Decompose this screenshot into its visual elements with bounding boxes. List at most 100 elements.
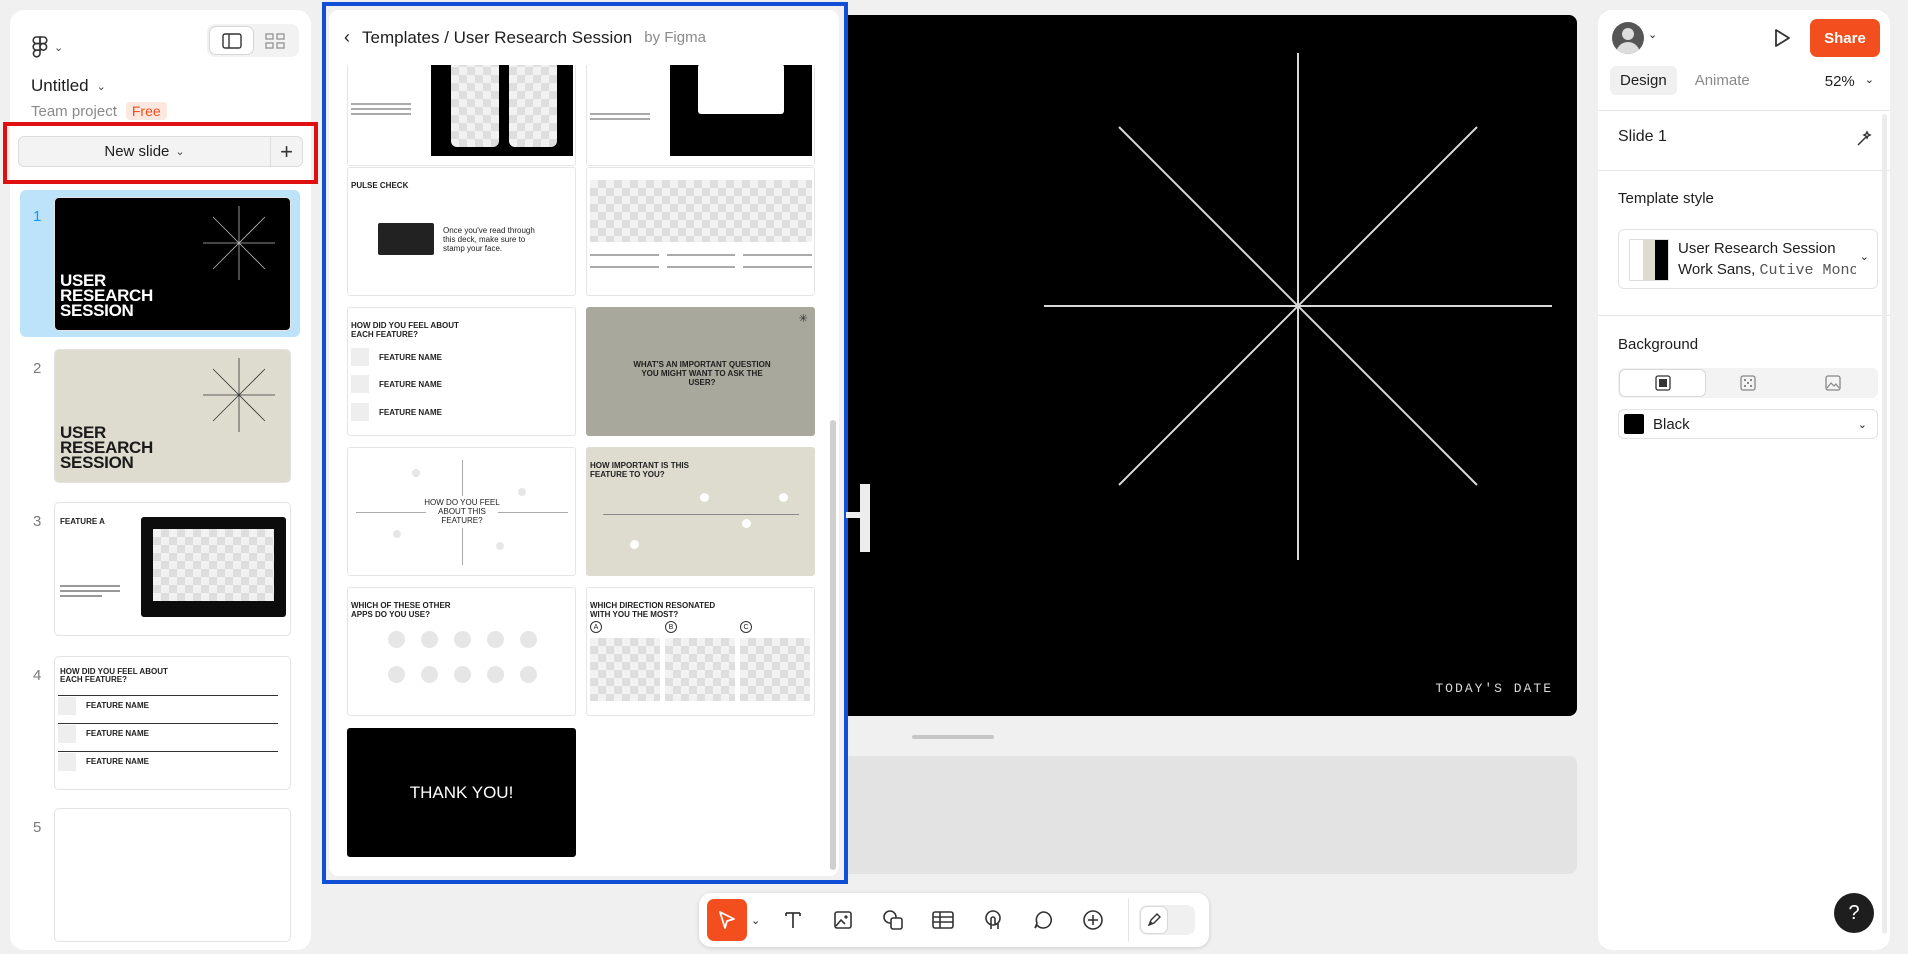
add-slide-button[interactable]: + xyxy=(271,137,302,166)
template-card[interactable] xyxy=(586,167,815,296)
pattern-icon xyxy=(1740,375,1756,391)
slide-title: HOW DID YOU FEEL ABOUT EACH FEATURE? xyxy=(60,667,168,684)
view-toggle xyxy=(207,24,299,57)
help-button[interactable]: ? xyxy=(1834,893,1874,933)
laptop-graphic xyxy=(141,517,286,617)
slide-thumbnail-empty xyxy=(54,808,291,942)
image-tool-button[interactable] xyxy=(818,899,868,941)
shapes-icon xyxy=(883,910,904,930)
zoom-control[interactable]: 52% ⌄ xyxy=(1825,73,1874,90)
tab-animate[interactable]: Animate xyxy=(1685,66,1760,95)
feature-row: FEATURE NAME xyxy=(58,695,278,715)
single-view-button[interactable] xyxy=(210,27,253,54)
plan-badge[interactable]: Free xyxy=(125,102,167,120)
chevron-down-icon: ⌄ xyxy=(1859,251,1869,263)
template-author: by Figma xyxy=(644,29,706,46)
template-card-importance[interactable]: HOW IMPORTANT IS THIS FEATURE TO YOU? xyxy=(586,447,815,576)
template-style-label: Template style xyxy=(1618,190,1714,207)
style-font-primary: Work Sans xyxy=(1678,261,1752,278)
template-card-other-apps[interactable]: WHICH OF THESE OTHER APPS DO YOU USE? xyxy=(347,587,576,716)
slide-item-2[interactable]: 2 USER RESEARCH SESSION xyxy=(20,349,300,489)
draw-mode-toggle[interactable] xyxy=(1139,905,1196,935)
new-slide-label: New slide xyxy=(104,143,170,160)
image-icon xyxy=(834,911,853,929)
comment-tool-button[interactable] xyxy=(1018,899,1068,941)
feature-row: FEATURE NAME xyxy=(351,374,571,394)
template-card-direction[interactable]: WHICH DIRECTION RESONATED WITH YOU THE M… xyxy=(586,587,815,716)
template-style-select[interactable]: User Research Session Work Sans, Cutive … xyxy=(1618,229,1878,289)
chevron-down-icon: ⌄ xyxy=(54,41,64,54)
template-card-question[interactable]: ✳ WHAT'S AN IMPORTANT QUESTION YOU MIGHT… xyxy=(586,307,815,436)
template-card-feel-feature[interactable]: HOW DO YOU FEEL ABOUT THIS FEATURE? xyxy=(347,447,576,576)
slide-number: 5 xyxy=(33,819,42,836)
slides-sidebar: ⌄ Untitled ⌄ Team project Free New slide… xyxy=(3,10,318,950)
template-card-pulse-check[interactable]: PULSE CHECK Once you've read through thi… xyxy=(347,167,576,296)
feature-row: FEATURE NAME xyxy=(351,347,571,367)
panel-tabs: Design Animate xyxy=(1610,66,1760,95)
template-card[interactable] xyxy=(347,58,576,166)
slide-item-1[interactable]: 1 USER RESEARCH SESSION xyxy=(20,190,300,337)
team-label: Team project xyxy=(31,102,117,120)
date-text: TODAY'S DATE xyxy=(1435,681,1553,696)
feature-name: FEATURE NAME xyxy=(86,701,149,710)
pen-button[interactable] xyxy=(1141,907,1168,933)
bottom-toolbar: ⌄ xyxy=(699,893,1209,947)
template-card-feature-feelings[interactable]: HOW DID YOU FEEL ABOUT EACH FEATURE? FEA… xyxy=(347,307,576,436)
text-icon xyxy=(785,912,802,928)
toolbar-divider xyxy=(1128,899,1130,941)
slide-thumbnail: HOW DID YOU FEEL ABOUT EACH FEATURE? FEA… xyxy=(54,656,291,790)
resize-handle-icon[interactable] xyxy=(846,484,872,552)
body-lines xyxy=(351,103,411,115)
speaker-notes-area[interactable] xyxy=(848,756,1577,874)
plus-icon: + xyxy=(280,138,293,164)
grid-view-button[interactable] xyxy=(253,27,296,54)
template-panel-header: ‹ Templates / User Research Session by F… xyxy=(329,10,839,65)
new-slide-button[interactable]: New slide ⌄ xyxy=(19,137,271,166)
interactive-tool-button[interactable] xyxy=(968,899,1018,941)
pen-icon xyxy=(1147,913,1162,927)
zoom-value: 52% xyxy=(1824,73,1855,90)
slide-item-3[interactable]: 3 FEATURE A xyxy=(20,502,300,642)
starburst-icon: ✳ xyxy=(798,313,808,325)
screen-placeholder xyxy=(153,529,274,601)
feature-name: FEATURE NAME xyxy=(86,729,149,738)
feature-row: FEATURE NAME xyxy=(58,723,278,743)
text-tool-button[interactable] xyxy=(768,899,818,941)
template-scrollbar[interactable] xyxy=(830,420,836,870)
background-type-toggle xyxy=(1618,368,1878,398)
table-tool-button[interactable] xyxy=(918,899,968,941)
new-slide-bar: New slide ⌄ + xyxy=(18,136,303,167)
project-title[interactable]: Untitled ⌄ xyxy=(31,76,106,96)
image-background-button[interactable] xyxy=(1791,370,1876,396)
slide-title: FEATURE A xyxy=(60,517,105,526)
slide-item-5[interactable]: 5 xyxy=(20,808,300,948)
template-card-thank-you[interactable]: THANK YOU! xyxy=(347,728,576,857)
slide-number: 3 xyxy=(33,513,42,530)
plus-circle-icon xyxy=(1083,910,1104,930)
shape-tool-button[interactable] xyxy=(868,899,918,941)
panel-scrollbar[interactable] xyxy=(1882,114,1887,934)
back-arrow-icon[interactable]: ‹ xyxy=(344,27,350,48)
option-b-label: B xyxy=(665,621,677,633)
template-card[interactable] xyxy=(586,58,815,166)
main-menu-button[interactable]: ⌄ xyxy=(32,36,63,58)
chevron-down-icon[interactable]: ⌄ xyxy=(1648,28,1657,41)
card-title: HOW DO YOU FEEL ABOUT THIS FEATURE? xyxy=(424,498,500,525)
play-icon[interactable] xyxy=(1772,27,1792,49)
more-tools-button[interactable] xyxy=(1068,899,1118,941)
template-swatch xyxy=(1629,239,1669,281)
grid-icon xyxy=(264,32,285,49)
canvas-resize-handle[interactable] xyxy=(912,735,994,739)
solid-background-button[interactable] xyxy=(1620,370,1706,396)
magic-wand-icon[interactable] xyxy=(1854,129,1874,149)
touch-icon xyxy=(985,910,1002,929)
pattern-background-button[interactable] xyxy=(1705,370,1790,396)
slide-item-4[interactable]: 4 HOW DID YOU FEEL ABOUT EACH FEATURE? F… xyxy=(20,656,300,796)
move-tool-button[interactable] xyxy=(707,899,747,941)
avatar[interactable] xyxy=(1612,22,1644,54)
background-color-select[interactable]: Black ⌄ xyxy=(1618,409,1878,439)
slide-canvas[interactable]: TODAY'S DATE xyxy=(848,15,1577,716)
tab-design[interactable]: Design xyxy=(1610,66,1677,95)
chevron-down-icon[interactable]: ⌄ xyxy=(751,914,760,927)
share-button[interactable]: Share xyxy=(1810,19,1880,57)
